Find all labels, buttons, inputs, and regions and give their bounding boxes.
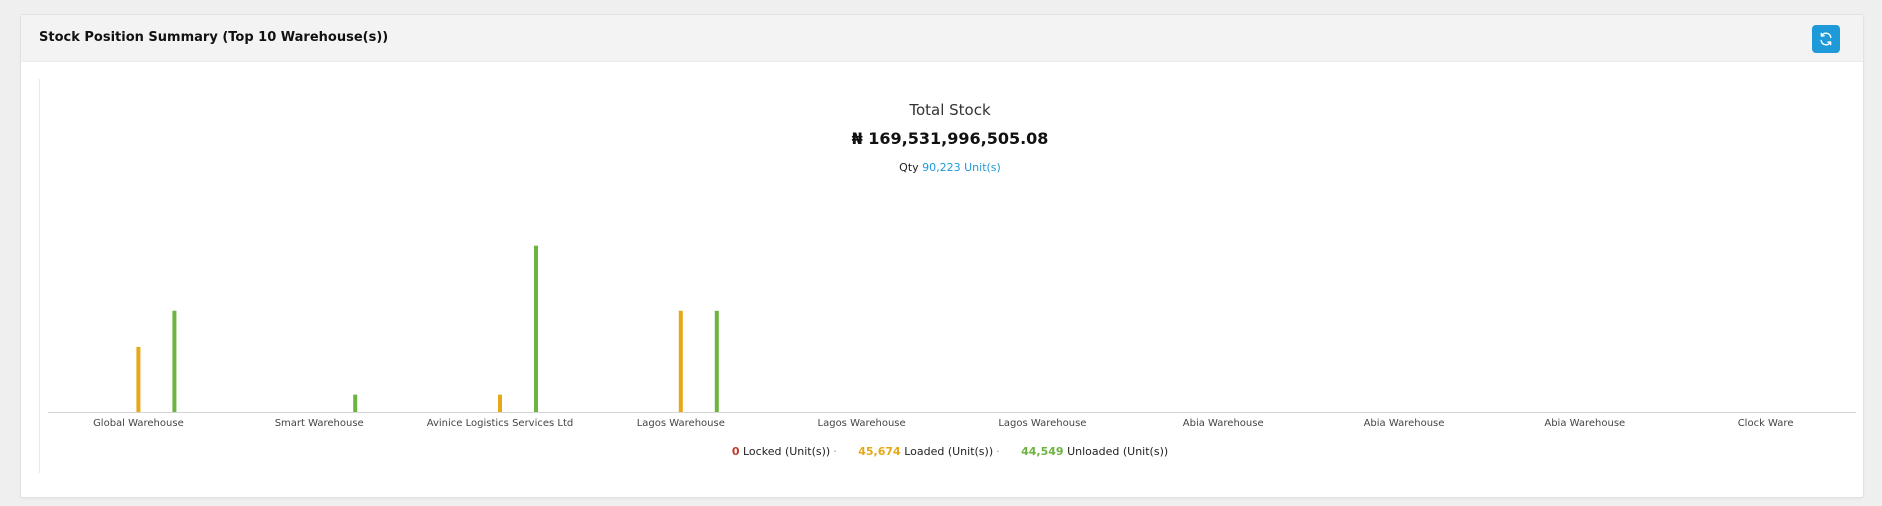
legend-value-loaded: 45,674 <box>858 445 901 458</box>
bar[interactable] <box>714 310 719 412</box>
card-title: Stock Position Summary (Top 10 Warehouse… <box>39 30 389 45</box>
chart-legend: 0 Locked (Unit(s)) · 45,674 Loaded (Unit(… <box>40 445 1860 458</box>
stock-position-card: Stock Position Summary (Top 10 Warehouse… <box>20 14 1864 498</box>
legend-item-loaded[interactable]: 45,674 Loaded (Unit(s)) · <box>858 445 1003 458</box>
x-tick-label: Lagos Warehouse <box>998 418 1086 429</box>
chart-area: Total Stock ₦ 169,531,996,505.08 Qty 90,… <box>39 79 1860 473</box>
card-header: Stock Position Summary (Top 10 Warehouse… <box>21 15 1863 62</box>
legend-label-unloaded: Unloaded (Unit(s)) <box>1067 445 1169 458</box>
legend-separator: · <box>996 445 1000 458</box>
bar[interactable] <box>534 245 538 412</box>
legend-value-locked: 0 <box>731 445 740 458</box>
bar[interactable] <box>136 346 141 412</box>
bar[interactable] <box>353 394 358 412</box>
x-tick-label: Lagos Warehouse <box>637 418 725 429</box>
x-tick-label: Global Warehouse <box>93 418 184 429</box>
legend-item-unloaded[interactable]: 44,549 Unloaded (Unit(s)) <box>1021 445 1168 458</box>
legend-label-locked: Locked (Unit(s)) <box>743 445 831 458</box>
x-tick-label: Lagos Warehouse <box>818 418 906 429</box>
x-tick-label: Avinice Logistics Services Ltd <box>427 418 574 429</box>
refresh-icon <box>1820 32 1832 46</box>
x-tick-label: Abia Warehouse <box>1183 418 1264 429</box>
bar[interactable] <box>678 310 683 412</box>
refresh-button[interactable] <box>1812 25 1840 53</box>
legend-label-loaded: Loaded (Unit(s)) <box>904 445 994 458</box>
x-tick-label: Abia Warehouse <box>1544 418 1625 429</box>
bar[interactable] <box>498 394 502 412</box>
legend-item-locked[interactable]: 0 Locked (Unit(s)) · <box>732 445 840 458</box>
bar[interactable] <box>172 310 177 412</box>
bar-chart: Global Warehouse Smart Warehouse Avinice L… <box>48 245 1856 429</box>
x-tick-label: Clock Ware <box>1738 418 1794 429</box>
x-tick-label: Smart Warehouse <box>275 418 364 429</box>
legend-value-unloaded: 44,549 <box>1021 445 1064 458</box>
legend-separator: · <box>833 445 837 458</box>
x-tick-label: Abia Warehouse <box>1364 418 1445 429</box>
